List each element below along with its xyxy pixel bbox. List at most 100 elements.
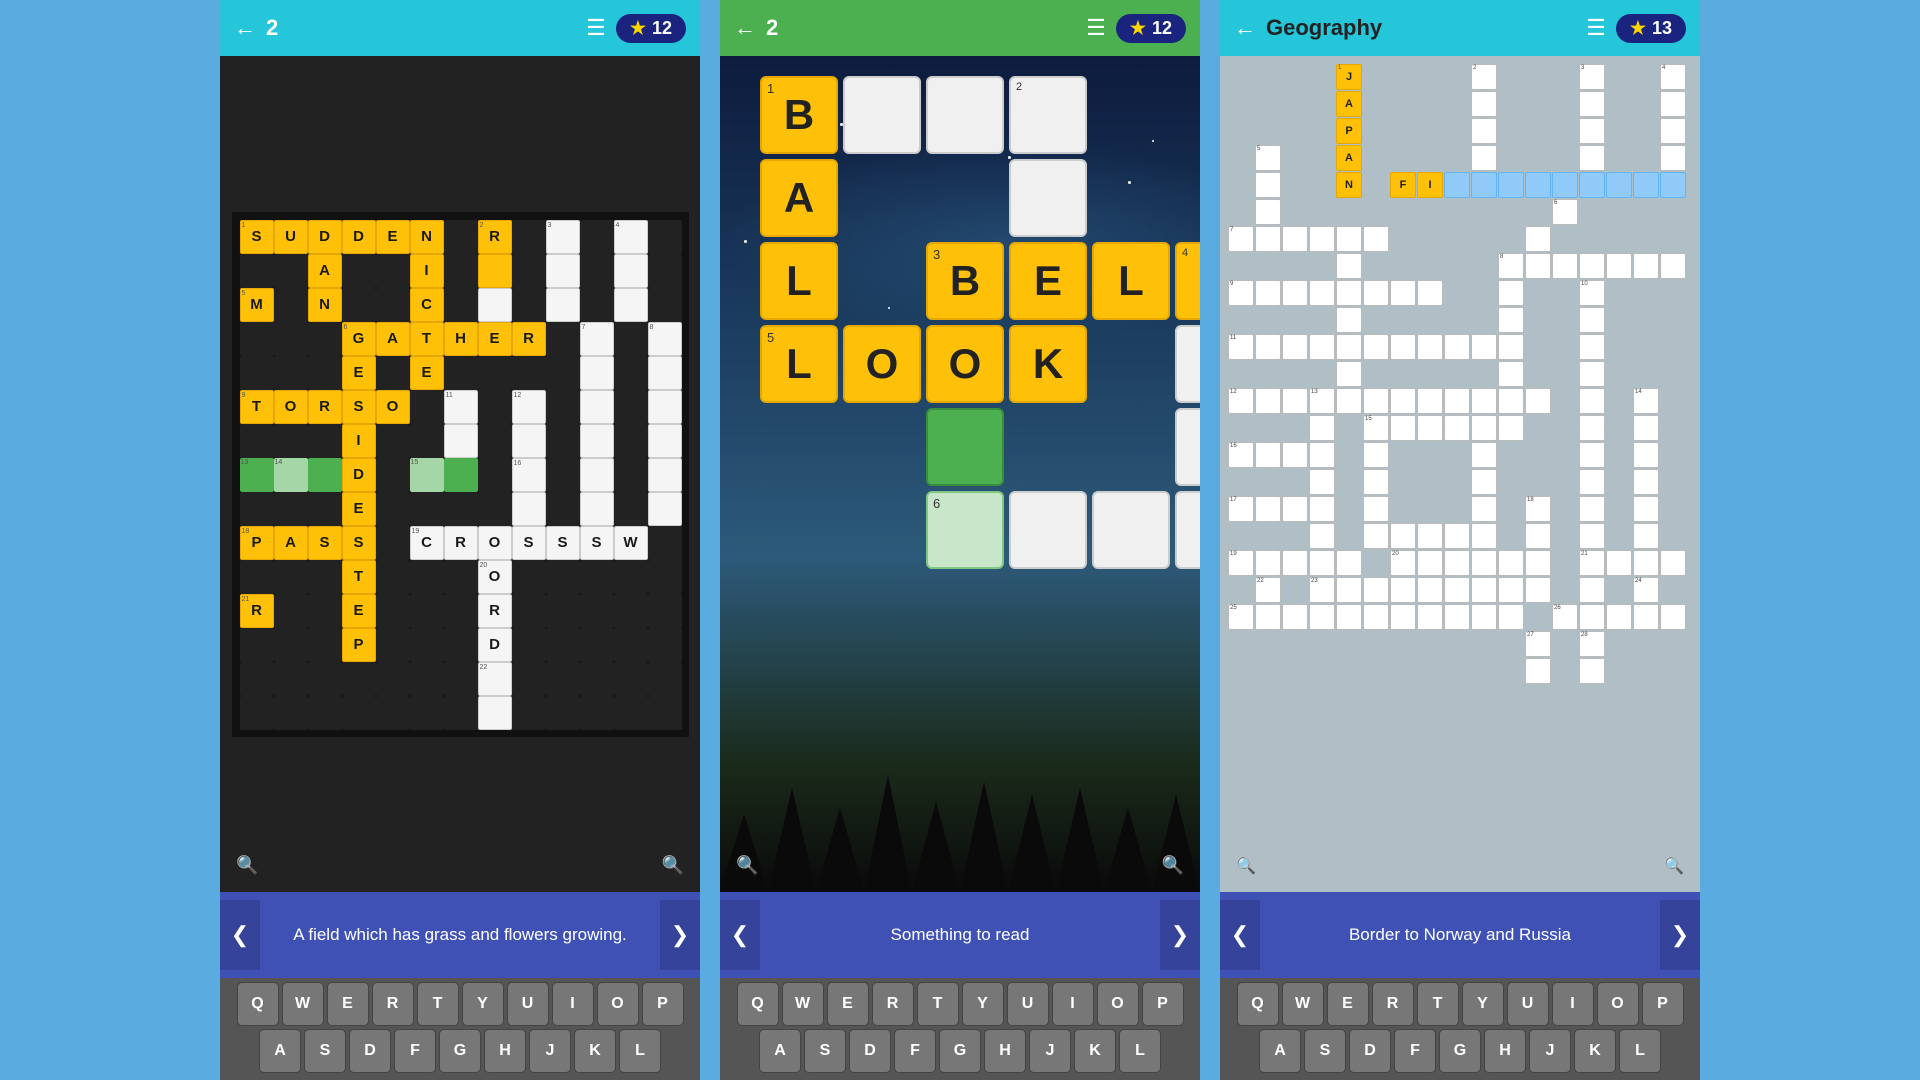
- p3-r14c6: 15: [1363, 415, 1389, 441]
- back-button-1[interactable]: ←: [234, 15, 256, 41]
- key-g-1[interactable]: G: [439, 1029, 481, 1073]
- key-j-2[interactable]: J: [1029, 1029, 1071, 1073]
- key-e-1[interactable]: E: [327, 982, 369, 1026]
- key-o-1[interactable]: O: [597, 982, 639, 1026]
- clue-next-btn-2[interactable]: ❯: [1160, 900, 1200, 970]
- key-h-3[interactable]: H: [1484, 1029, 1526, 1073]
- key-w-1[interactable]: W: [282, 982, 324, 1026]
- clue-prev-btn-2[interactable]: ❮: [720, 900, 760, 970]
- key-s-2[interactable]: S: [804, 1029, 846, 1073]
- key-h-1[interactable]: H: [484, 1029, 526, 1073]
- cell-r2c13: [648, 254, 682, 288]
- cell-r8c6: 15: [410, 458, 444, 492]
- key-f-1[interactable]: F: [394, 1029, 436, 1073]
- cell-r10c12: W: [614, 526, 648, 560]
- cell-r13c9: [512, 628, 546, 662]
- key-q-2[interactable]: Q: [737, 982, 779, 1026]
- back-button-3[interactable]: ←: [1234, 15, 1256, 41]
- key-u-2[interactable]: U: [1007, 982, 1049, 1026]
- game-area-1: 1S U D D E N 2R 3 4: [220, 56, 700, 892]
- key-i-1[interactable]: I: [552, 982, 594, 1026]
- clue-prev-btn-1[interactable]: ❮: [220, 900, 260, 970]
- key-i-3[interactable]: I: [1552, 982, 1594, 1026]
- cell-r10c8: O: [478, 526, 512, 560]
- cell-r11c9: [512, 560, 546, 594]
- key-r-2[interactable]: R: [872, 982, 914, 1026]
- p3-r13c1: 12: [1228, 388, 1254, 414]
- key-d-3[interactable]: D: [1349, 1029, 1391, 1073]
- key-w-2[interactable]: W: [782, 982, 824, 1026]
- key-f-3[interactable]: F: [1394, 1029, 1436, 1073]
- list-icon-2[interactable]: ☰: [1086, 15, 1106, 41]
- clue-next-btn-1[interactable]: ❯: [660, 900, 700, 970]
- key-q-3[interactable]: Q: [1237, 982, 1279, 1026]
- key-k-3[interactable]: K: [1574, 1029, 1616, 1073]
- cell-r7c8: [478, 424, 512, 458]
- clue-next-btn-3[interactable]: ❯: [1660, 900, 1700, 970]
- key-t-1[interactable]: T: [417, 982, 459, 1026]
- clue-prev-btn-3[interactable]: ❮: [1220, 900, 1260, 970]
- key-a-1[interactable]: A: [259, 1029, 301, 1073]
- key-o-3[interactable]: O: [1597, 982, 1639, 1026]
- p2-spacer-r2b: [926, 159, 1004, 237]
- zoom-in-icon-2[interactable]: 🔍: [1162, 855, 1184, 876]
- key-s-1[interactable]: S: [304, 1029, 346, 1073]
- back-button-2[interactable]: ←: [734, 15, 756, 41]
- cell-r9c4: E: [342, 492, 376, 526]
- zoom-in-icon-1[interactable]: 🔍: [662, 855, 684, 876]
- p2-tile-r1c4: 2: [1009, 76, 1087, 154]
- list-icon-3[interactable]: ☰: [1586, 15, 1606, 41]
- key-s-3[interactable]: S: [1304, 1029, 1346, 1073]
- key-j-1[interactable]: J: [529, 1029, 571, 1073]
- key-g-3[interactable]: G: [1439, 1029, 1481, 1073]
- key-u-3[interactable]: U: [1507, 982, 1549, 1026]
- key-o-2[interactable]: O: [1097, 982, 1139, 1026]
- key-u-1[interactable]: U: [507, 982, 549, 1026]
- list-icon-1[interactable]: ☰: [586, 15, 606, 41]
- zoom-out-icon-1[interactable]: 🔍: [236, 855, 258, 876]
- key-y-1[interactable]: Y: [462, 982, 504, 1026]
- key-y-2[interactable]: Y: [962, 982, 1004, 1026]
- key-t-3[interactable]: T: [1417, 982, 1459, 1026]
- key-i-2[interactable]: I: [1052, 982, 1094, 1026]
- key-t-2[interactable]: T: [917, 982, 959, 1026]
- key-e-2[interactable]: E: [827, 982, 869, 1026]
- key-l-1[interactable]: L: [619, 1029, 661, 1073]
- cell-r8c9: 16: [512, 458, 546, 492]
- grid-container-1: 1S U D D E N 2R 3 4: [220, 56, 700, 892]
- key-p-3[interactable]: P: [1642, 982, 1684, 1026]
- key-a-2[interactable]: A: [759, 1029, 801, 1073]
- key-e-3[interactable]: E: [1327, 982, 1369, 1026]
- key-p-2[interactable]: P: [1142, 982, 1184, 1026]
- key-l-3[interactable]: L: [1619, 1029, 1661, 1073]
- cell-r14c9: [512, 662, 546, 696]
- cell-r13c6: [410, 628, 444, 662]
- p2-tile-L4: 5L: [760, 325, 838, 403]
- keyboard-row-1-3: Q W E R T Y U I O P: [1222, 982, 1698, 1026]
- key-f-2[interactable]: F: [894, 1029, 936, 1073]
- key-j-3[interactable]: J: [1529, 1029, 1571, 1073]
- key-h-2[interactable]: H: [984, 1029, 1026, 1073]
- key-g-2[interactable]: G: [939, 1029, 981, 1073]
- key-q-1[interactable]: Q: [237, 982, 279, 1026]
- key-l-2[interactable]: L: [1119, 1029, 1161, 1073]
- key-k-1[interactable]: K: [574, 1029, 616, 1073]
- key-a-3[interactable]: A: [1259, 1029, 1301, 1073]
- star-icon-1: ★: [630, 18, 646, 39]
- zoom-out-icon-3[interactable]: 🔍: [1236, 856, 1256, 876]
- cell-r3c1: 5M: [240, 288, 274, 322]
- key-p-1[interactable]: P: [642, 982, 684, 1026]
- key-k-2[interactable]: K: [1074, 1029, 1116, 1073]
- key-d-1[interactable]: D: [349, 1029, 391, 1073]
- key-r-1[interactable]: R: [372, 982, 414, 1026]
- p3-r8c11: 8: [1498, 253, 1524, 279]
- key-r-3[interactable]: R: [1372, 982, 1414, 1026]
- cell-r2c8: [478, 254, 512, 288]
- zoom-out-icon-2[interactable]: 🔍: [736, 855, 758, 876]
- key-d-2[interactable]: D: [849, 1029, 891, 1073]
- cell-r7c1: [240, 424, 274, 458]
- p3-r13c16: 14: [1633, 388, 1659, 414]
- key-y-3[interactable]: Y: [1462, 982, 1504, 1026]
- key-w-3[interactable]: W: [1282, 982, 1324, 1026]
- zoom-in-icon-3[interactable]: 🔍: [1664, 856, 1684, 876]
